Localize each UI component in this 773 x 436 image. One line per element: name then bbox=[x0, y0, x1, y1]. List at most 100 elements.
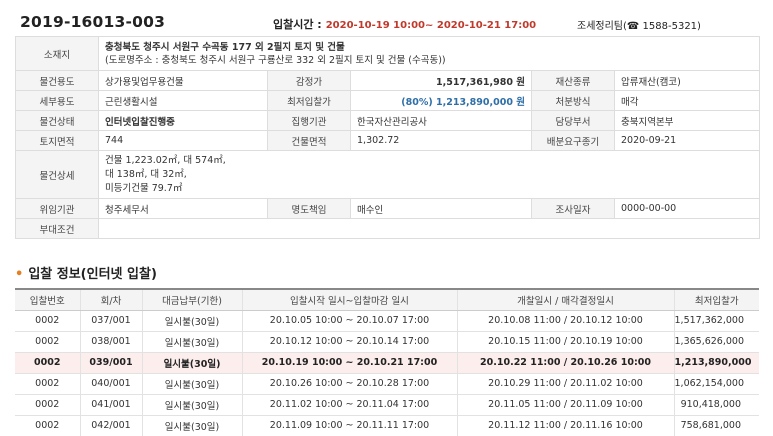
col-opening: 개찰일시 / 매각결정일시 bbox=[457, 289, 675, 311]
eviction-value: 매수인 bbox=[350, 198, 532, 219]
opening: 20.11.05 11:00 / 20.11.09 10:00 bbox=[457, 394, 675, 416]
bid-period: 20.10.05 10:00 ~ 20.10.07 17:00 bbox=[242, 310, 458, 332]
min-price: 1,365,626,000 bbox=[674, 331, 759, 353]
table-row[interactable]: 0002 040/001 일시불(30일) 20.10.26 10:00 ~ 2… bbox=[15, 373, 759, 395]
round: 042/001 bbox=[80, 415, 143, 436]
use-label: 물건용도 bbox=[15, 70, 99, 91]
payment: 일시불(30일) bbox=[142, 373, 243, 395]
table-row-current[interactable]: 0002 039/001 일시불(30일) 20.10.19 10:00 ~ 2… bbox=[15, 352, 759, 374]
bid-time: 입찰시간 :2020-10-19 10:00~ 2020-10-21 17:00 bbox=[273, 16, 536, 32]
disposal-label: 처분방식 bbox=[531, 90, 615, 111]
location-label: 소재지 bbox=[15, 36, 99, 71]
condition-value bbox=[97, 218, 761, 239]
bid-table: 입찰번호 회/차 대금납부(기한) 입찰시작 일시~입찰마감 일시 개찰일시 /… bbox=[15, 288, 759, 436]
asset-type-label: 재산종류 bbox=[531, 70, 615, 91]
detail-line: 미등기건물 79.7㎡ bbox=[105, 182, 183, 194]
bid-time-value: 2020-10-19 10:00~ 2020-10-21 17:00 bbox=[325, 20, 537, 31]
case-number: 2019-16013-003 bbox=[20, 13, 166, 31]
detail-line: 건물 1,223.02㎡, 대 574㎡, bbox=[105, 154, 226, 166]
col-bid-no: 입찰번호 bbox=[15, 289, 81, 311]
header: 2019-16013-003 입찰시간 :2020-10-19 10:00~ 2… bbox=[0, 0, 773, 38]
opening: 20.10.29 11:00 / 20.11.02 10:00 bbox=[457, 373, 675, 395]
min-price: 1,213,890,000 bbox=[674, 352, 759, 374]
location-cell: 충청북도 청주시 서원구 수곡동 177 외 2필지 토지 및 건물 (도로명주… bbox=[97, 36, 761, 71]
bid-period: 20.11.02 10:00 ~ 20.11.04 17:00 bbox=[242, 394, 458, 416]
detail-label: 물건상세 bbox=[15, 150, 99, 199]
delegator-value: 청주세무서 bbox=[98, 198, 268, 219]
survey-label: 조사일자 bbox=[531, 198, 615, 219]
table-row[interactable]: 0002 042/001 일시불(30일) 20.11.09 10:00 ~ 2… bbox=[15, 415, 759, 436]
exec-agency-label: 집행기관 bbox=[267, 110, 351, 131]
dist-date-value: 2020-09-21 bbox=[613, 130, 761, 151]
bid-section-title: • 입찰 정보(인터넷 입찰) bbox=[15, 263, 157, 282]
status-value: 인터넷입찰진행중 bbox=[98, 110, 268, 131]
bid-section-title-text: 입찰 정보(인터넷 입찰) bbox=[28, 267, 157, 282]
dist-date-label: 배분요구종기 bbox=[531, 130, 615, 151]
col-min-price: 최저입찰가 bbox=[674, 289, 759, 311]
min-price: 1,517,362,000 bbox=[674, 310, 759, 332]
bid-period: 20.11.09 10:00 ~ 20.11.11 17:00 bbox=[242, 415, 458, 436]
condition-label: 부대조건 bbox=[15, 218, 99, 239]
asset-type-value: 압류재산(캠코) bbox=[613, 70, 761, 91]
bid-period: 20.10.26 10:00 ~ 20.10.28 17:00 bbox=[242, 373, 458, 395]
table-row[interactable]: 0002 041/001 일시불(30일) 20.11.02 10:00 ~ 2… bbox=[15, 394, 759, 416]
location-main: 충청북도 청주시 서원구 수곡동 177 외 2필지 토지 및 건물 bbox=[105, 41, 345, 53]
detail-line: 대 138㎡, 대 32㎡, bbox=[105, 168, 187, 180]
detail-cell: 건물 1,223.02㎡, 대 574㎡, 대 138㎡, 대 32㎡, 미등기… bbox=[97, 150, 761, 199]
min-bid-value: (80%) 1,213,890,000 원 bbox=[350, 90, 532, 111]
bid-no: 0002 bbox=[15, 331, 81, 353]
dept-value: 충북지역본부 bbox=[613, 110, 761, 131]
opening: 20.10.08 11:00 / 20.10.12 10:00 bbox=[457, 310, 675, 332]
col-bid-period: 입찰시작 일시~입찰마감 일시 bbox=[242, 289, 458, 311]
payment: 일시불(30일) bbox=[142, 415, 243, 436]
building-area-label: 건물면적 bbox=[267, 130, 351, 151]
detail-use-label: 세부용도 bbox=[15, 90, 99, 111]
table-row[interactable]: 0002 038/001 일시불(30일) 20.10.12 10:00 ~ 2… bbox=[15, 331, 759, 353]
round: 040/001 bbox=[80, 373, 143, 395]
disposal-value: 매각 bbox=[613, 90, 761, 111]
round: 038/001 bbox=[80, 331, 143, 353]
bid-no: 0002 bbox=[15, 394, 81, 416]
bid-no: 0002 bbox=[15, 373, 81, 395]
appraisal-label: 감정가 bbox=[267, 70, 351, 91]
appraisal-value: 1,517,361,980 원 bbox=[350, 70, 532, 91]
col-payment: 대금납부(기한) bbox=[142, 289, 243, 311]
round: 039/001 bbox=[80, 352, 143, 374]
eviction-label: 명도책임 bbox=[267, 198, 351, 219]
payment: 일시불(30일) bbox=[142, 352, 243, 374]
bid-no: 0002 bbox=[15, 415, 81, 436]
bid-table-header: 입찰번호 회/차 대금납부(기한) 입찰시작 일시~입찰마감 일시 개찰일시 /… bbox=[15, 289, 759, 311]
col-round: 회/차 bbox=[80, 289, 143, 311]
status-label: 물건상태 bbox=[15, 110, 99, 131]
min-bid-label: 최저입찰가 bbox=[267, 90, 351, 111]
location-road: (도로명주소 : 충청북도 청주시 서원구 구룡산로 332 외 2필지 토지 … bbox=[105, 54, 446, 66]
dept-label: 담당부서 bbox=[531, 110, 615, 131]
survey-value: 0000-00-00 bbox=[613, 198, 761, 219]
min-price: 758,681,000 bbox=[674, 415, 759, 436]
round: 037/001 bbox=[80, 310, 143, 332]
use-value: 상가용및업무용건물 bbox=[98, 70, 268, 91]
delegator-label: 위임기관 bbox=[15, 198, 99, 219]
min-price: 910,418,000 bbox=[674, 394, 759, 416]
building-area-value: 1,302.72 bbox=[350, 130, 532, 151]
bid-period: 20.10.19 10:00 ~ 20.10.21 17:00 bbox=[242, 352, 458, 374]
land-area-value: 744 bbox=[98, 130, 268, 151]
payment: 일시불(30일) bbox=[142, 331, 243, 353]
payment: 일시불(30일) bbox=[142, 310, 243, 332]
land-area-label: 토지면적 bbox=[15, 130, 99, 151]
detail-use-value: 근린생활시설 bbox=[98, 90, 268, 111]
team-contact: 조세정리팀(☎ 1588-5321) bbox=[577, 21, 701, 32]
bullet-icon: • bbox=[15, 267, 24, 282]
payment: 일시불(30일) bbox=[142, 394, 243, 416]
opening: 20.10.15 11:00 / 20.10.19 10:00 bbox=[457, 331, 675, 353]
bid-no: 0002 bbox=[15, 310, 81, 332]
opening: 20.11.12 11:00 / 20.11.16 10:00 bbox=[457, 415, 675, 436]
table-row[interactable]: 0002 037/001 일시불(30일) 20.10.05 10:00 ~ 2… bbox=[15, 310, 759, 332]
min-price: 1,062,154,000 bbox=[674, 373, 759, 395]
round: 041/001 bbox=[80, 394, 143, 416]
property-info-table: 소재지 충청북도 청주시 서원구 수곡동 177 외 2필지 토지 및 건물 (… bbox=[15, 36, 761, 239]
bid-period: 20.10.12 10:00 ~ 20.10.14 17:00 bbox=[242, 331, 458, 353]
opening: 20.10.22 11:00 / 20.10.26 10:00 bbox=[457, 352, 675, 374]
bid-no: 0002 bbox=[15, 352, 81, 374]
exec-agency-value: 한국자산관리공사 bbox=[350, 110, 532, 131]
